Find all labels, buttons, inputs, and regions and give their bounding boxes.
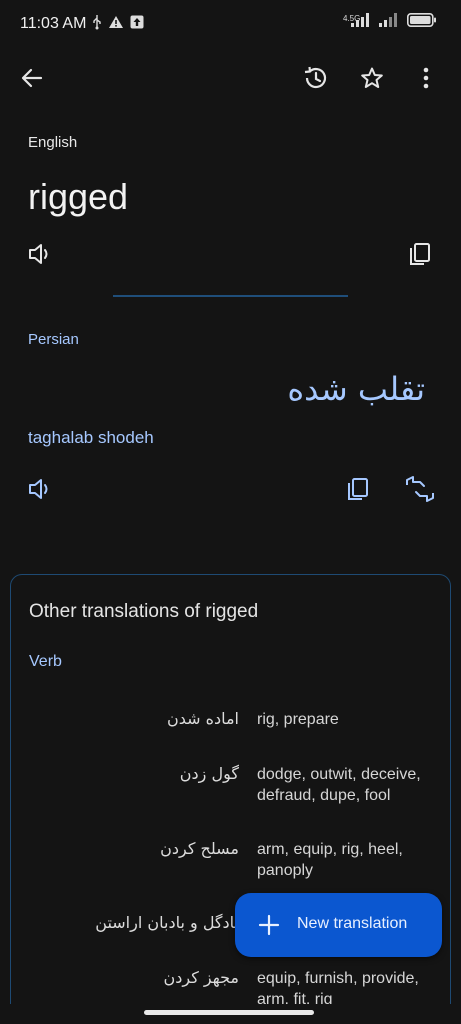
- source-text[interactable]: rigged: [28, 176, 128, 218]
- new-translation-label: New translation: [297, 915, 408, 932]
- translation-persian: مسلح کردن: [160, 839, 239, 858]
- history-icon: [304, 66, 327, 89]
- target-listen-button[interactable]: [26, 475, 54, 503]
- target-language-label: Persian: [28, 331, 79, 348]
- part-of-speech-label: Verb: [29, 653, 62, 670]
- translation-persian: بادگل و بادبان اراستن: [95, 913, 239, 932]
- upload-icon: [130, 15, 144, 29]
- source-language-label: English: [28, 134, 78, 151]
- status-time: 11:03 AM: [20, 15, 87, 32]
- status-bar: 11:03 AM 4.5G: [0, 0, 461, 48]
- reverse-translation-button[interactable]: [404, 474, 436, 504]
- app-bar: [0, 52, 461, 104]
- translation-persian: مجهز کردن: [163, 968, 239, 987]
- favorite-button[interactable]: [356, 62, 388, 94]
- battery-icon: [407, 13, 436, 27]
- signal-strength-icon: [351, 13, 369, 27]
- more-options-button[interactable]: [410, 62, 442, 94]
- transliteration-text: taghalab shodeh: [28, 428, 154, 447]
- history-button[interactable]: [299, 62, 331, 94]
- translation-english: dodge, outwit, deceive, defraud, dupe, f…: [257, 766, 421, 804]
- speaker-icon: [29, 479, 48, 499]
- home-indicator[interactable]: [144, 1010, 314, 1015]
- arrow-left-icon: [21, 68, 43, 88]
- translation-english: arm, equip, rig, heel, panoply: [257, 841, 403, 879]
- copy-icon: [348, 478, 368, 500]
- star-icon: [361, 67, 383, 88]
- other-translations-title: Other translations of rigged: [29, 601, 259, 622]
- translation-english: rig, prepare: [257, 711, 339, 728]
- translated-text[interactable]: تقلب شده: [287, 370, 425, 408]
- speaker-icon: [29, 244, 48, 264]
- back-button[interactable]: [16, 62, 48, 94]
- more-vert-icon: [423, 67, 429, 89]
- target-copy-button[interactable]: [344, 475, 372, 503]
- new-translation-button[interactable]: New translation: [235, 893, 442, 957]
- signal-strength-icon-2: [379, 13, 397, 27]
- section-divider: [113, 295, 348, 297]
- plus-icon: [258, 914, 280, 936]
- copy-icon: [410, 243, 430, 265]
- source-copy-button[interactable]: [406, 240, 434, 268]
- source-listen-button[interactable]: [26, 240, 54, 268]
- usb-icon: [93, 15, 101, 30]
- translation-persian: اماده شدن: [166, 709, 239, 728]
- translation-persian: گول زدن: [179, 764, 239, 783]
- status-notification-icons: [92, 14, 144, 30]
- swap-icon: [406, 476, 434, 502]
- warning-icon: [109, 16, 123, 28]
- status-system-icons: [351, 13, 437, 27]
